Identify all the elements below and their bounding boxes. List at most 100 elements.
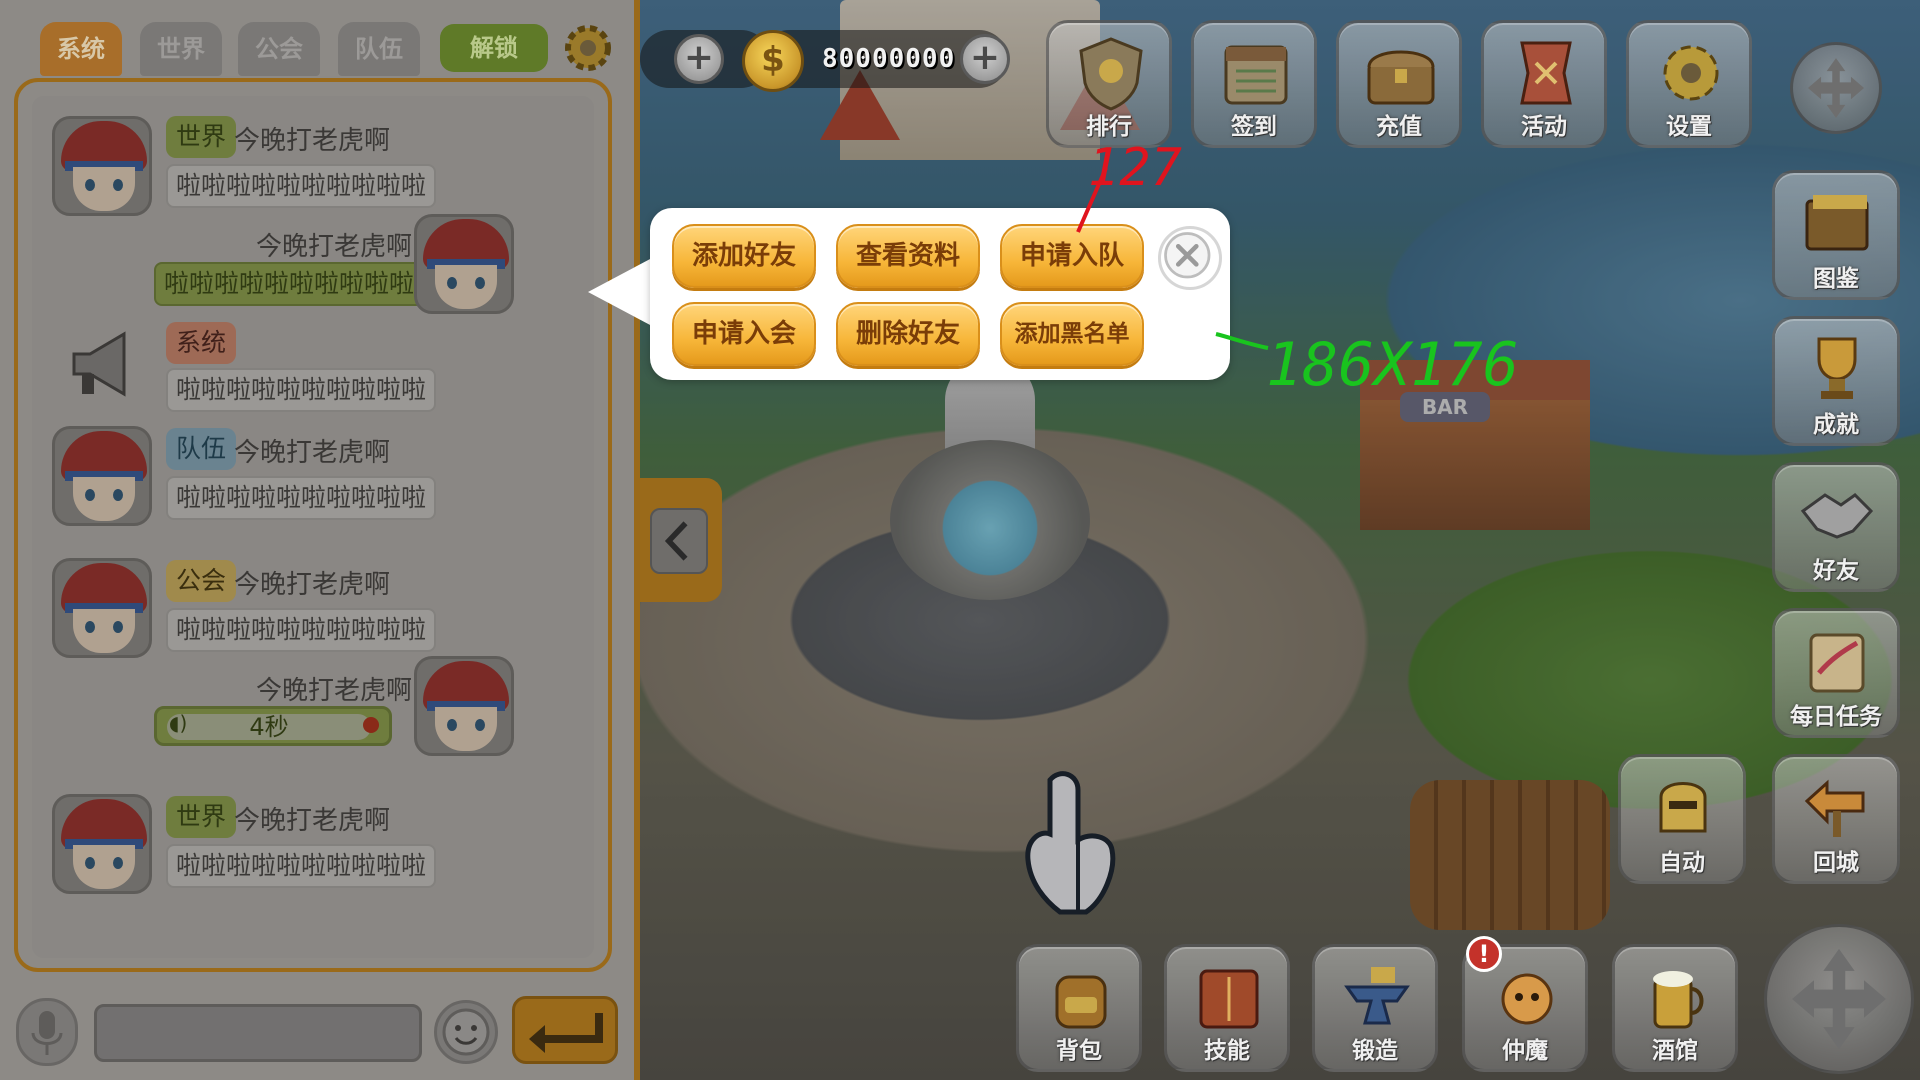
fountain bbox=[890, 440, 1090, 600]
message-list-frame: 世界 今晚打老虎啊 啦啦啦啦啦啦啦啦啦啦 今晚打老虎啊 啦啦啦啦啦啦啦啦啦啦 系… bbox=[14, 78, 612, 972]
request-join-guild-button[interactable]: 申请入会 bbox=[672, 302, 816, 366]
add-currency-button[interactable]: + bbox=[674, 34, 724, 84]
knight-helmet-icon bbox=[1659, 782, 1707, 833]
achievements-label: 成就 bbox=[1813, 412, 1859, 438]
avatar-own[interactable] bbox=[414, 214, 514, 314]
sign-in-button[interactable]: 签到 bbox=[1191, 20, 1317, 148]
alert-badge-icon: ! bbox=[1466, 936, 1502, 972]
recharge-label: 充值 bbox=[1376, 114, 1422, 140]
backpack-icon bbox=[1055, 975, 1107, 1029]
channel-tag-world: 世界 bbox=[166, 796, 237, 838]
sender-name[interactable]: 今晚打老虎啊 bbox=[234, 564, 390, 601]
ranking-button[interactable]: 排行 bbox=[1046, 20, 1172, 148]
sign-in-label: 签到 bbox=[1231, 114, 1277, 140]
message-bubble-own: 啦啦啦啦啦啦啦啦啦啦 bbox=[154, 262, 425, 306]
message-bubble: 啦啦啦啦啦啦啦啦啦啦 bbox=[166, 844, 437, 888]
channel-tag-guild: 公会 bbox=[166, 560, 237, 602]
avatar[interactable] bbox=[52, 558, 152, 658]
tab-world[interactable]: 世界 bbox=[140, 22, 222, 76]
tap-hand-icon bbox=[1025, 771, 1116, 915]
return-city-button[interactable]: 回城 bbox=[1772, 754, 1900, 884]
sender-name[interactable]: 今晚打老虎啊 bbox=[234, 800, 390, 837]
sender-name[interactable]: 今晚打老虎啊 bbox=[256, 670, 412, 707]
add-blacklist-button[interactable]: 添加黑名单 bbox=[1000, 302, 1144, 366]
auto-label: 自动 bbox=[1659, 850, 1705, 876]
tab-guild[interactable]: 公会 bbox=[238, 22, 320, 76]
remove-friend-button[interactable]: 删除好友 bbox=[836, 302, 980, 366]
move-joystick-top[interactable] bbox=[1790, 42, 1882, 134]
events-button[interactable]: 活动 bbox=[1481, 20, 1607, 148]
sound-wave-icon: ◖) bbox=[169, 711, 188, 735]
view-profile-button[interactable]: 查看资料 bbox=[836, 224, 980, 288]
settings-button[interactable]: 设置 bbox=[1626, 20, 1752, 148]
popup-pointer bbox=[588, 258, 652, 326]
avatar[interactable] bbox=[52, 794, 152, 894]
dragon-pet-icon bbox=[1501, 973, 1553, 1025]
message-bubble: 啦啦啦啦啦啦啦啦啦啦 bbox=[166, 608, 437, 652]
sender-name[interactable]: 今晚打老虎啊 bbox=[234, 120, 390, 157]
sender-name[interactable]: 今晚打老虎啊 bbox=[234, 432, 390, 469]
megaphone-icon bbox=[72, 331, 126, 397]
add-friend-button[interactable]: 添加好友 bbox=[672, 224, 816, 288]
send-button[interactable] bbox=[512, 996, 618, 1064]
avatar[interactable] bbox=[52, 116, 152, 216]
companion-label: 仲魔 bbox=[1502, 1038, 1548, 1064]
gold-coin-icon: $ bbox=[742, 30, 804, 92]
avatar[interactable] bbox=[52, 426, 152, 526]
events-label: 活动 bbox=[1521, 114, 1567, 140]
message-bubble: 啦啦啦啦啦啦啦啦啦啦 bbox=[166, 476, 437, 520]
tavern-button[interactable]: 酒馆 bbox=[1612, 944, 1738, 1072]
sender-name[interactable]: 今晚打老虎啊 bbox=[256, 226, 412, 263]
auto-button[interactable]: 自动 bbox=[1618, 754, 1746, 884]
gear-icon bbox=[1663, 45, 1719, 101]
gold-amount: 80000000 bbox=[822, 44, 956, 74]
skills-button[interactable]: 技能 bbox=[1164, 944, 1290, 1072]
message-bubble: 啦啦啦啦啦啦啦啦啦啦 bbox=[166, 164, 437, 208]
move-arrows-icon bbox=[1792, 948, 1886, 1050]
skills-label: 技能 bbox=[1204, 1038, 1250, 1064]
chevron-left-icon bbox=[650, 508, 708, 574]
chat-text-input[interactable] bbox=[94, 1004, 422, 1062]
move-joystick[interactable] bbox=[1764, 924, 1914, 1074]
daily-tasks-button[interactable]: 每日任务 bbox=[1772, 608, 1900, 738]
friends-label: 好友 bbox=[1813, 558, 1859, 584]
tavern-label: 酒馆 bbox=[1652, 1038, 1698, 1064]
emoji-button[interactable] bbox=[434, 1000, 498, 1064]
avatar-own[interactable] bbox=[414, 656, 514, 756]
ranking-label: 排行 bbox=[1086, 114, 1132, 140]
enter-arrow-icon bbox=[529, 1013, 603, 1053]
barrel bbox=[1410, 780, 1610, 930]
voice-input-button[interactable] bbox=[16, 998, 78, 1066]
voice-duration: 4秒 bbox=[167, 714, 371, 740]
forge-label: 锻造 bbox=[1352, 1038, 1398, 1064]
add-gold-button[interactable]: + bbox=[960, 34, 1010, 84]
scroll-icon bbox=[1809, 633, 1865, 693]
voice-message[interactable]: 4秒 ◖) bbox=[154, 706, 392, 746]
beer-mug-icon bbox=[1653, 971, 1704, 1029]
unlock-button[interactable]: 解锁 bbox=[440, 24, 548, 72]
recharge-button[interactable]: 充值 bbox=[1336, 20, 1462, 148]
settings-label: 设置 bbox=[1666, 114, 1712, 140]
game-scene: BAR bbox=[640, 0, 1920, 1080]
return-sign-icon bbox=[1804, 779, 1865, 837]
annotation-popup-size: 186X176 bbox=[1266, 330, 1519, 400]
tab-team[interactable]: 队伍 bbox=[338, 22, 420, 76]
forge-button[interactable]: 锻造 bbox=[1312, 944, 1438, 1072]
backpack-button[interactable]: 背包 bbox=[1016, 944, 1142, 1072]
anvil-icon bbox=[1344, 967, 1410, 1025]
banner-icon bbox=[1520, 41, 1572, 105]
gear-icon[interactable] bbox=[560, 20, 616, 76]
smiley-icon bbox=[442, 1008, 490, 1056]
collapse-chat-tab[interactable] bbox=[640, 478, 722, 602]
achievements-button[interactable]: 成就 bbox=[1772, 316, 1900, 446]
return-city-label: 回城 bbox=[1813, 850, 1859, 876]
channel-tag-team: 队伍 bbox=[166, 428, 237, 470]
microphone-icon bbox=[31, 1011, 63, 1055]
tab-system[interactable]: 系统 bbox=[40, 22, 122, 76]
codex-button[interactable]: 图鉴 bbox=[1772, 170, 1900, 300]
message-list[interactable]: 世界 今晚打老虎啊 啦啦啦啦啦啦啦啦啦啦 今晚打老虎啊 啦啦啦啦啦啦啦啦啦啦 系… bbox=[32, 96, 594, 958]
unread-dot-icon bbox=[363, 717, 379, 733]
backpack-label: 背包 bbox=[1056, 1038, 1102, 1064]
friends-button[interactable]: 好友 bbox=[1772, 462, 1900, 592]
calendar-icon bbox=[1224, 45, 1288, 105]
